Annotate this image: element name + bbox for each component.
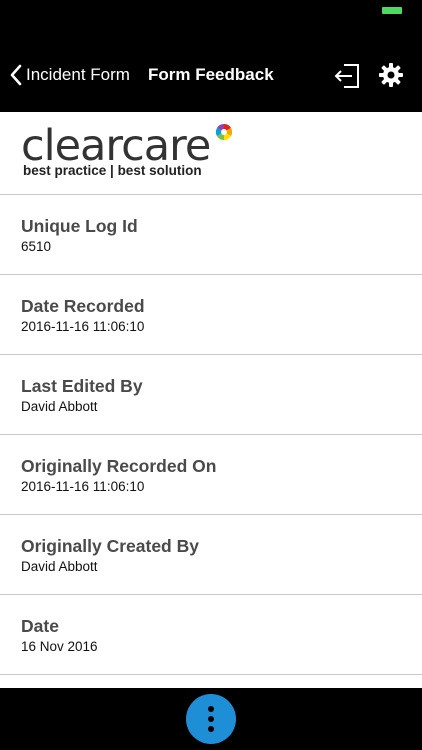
field-list: Unique Log Id 6510 Date Recorded 2016-11… — [0, 195, 422, 675]
field-label: Date — [21, 616, 59, 636]
field-label: Last Edited By — [21, 376, 143, 396]
more-vertical-icon — [208, 726, 214, 732]
field-value: 2016-11-16 11:06:10 — [21, 479, 145, 494]
field-value: David Abbott — [21, 399, 98, 414]
list-item: Originally Created By David Abbott — [0, 515, 422, 595]
field-value: 6510 — [21, 239, 52, 254]
list-item: Last Edited By David Abbott — [0, 355, 422, 435]
field-value: 16 Nov 2016 — [21, 639, 98, 654]
list-item: Originally Recorded On 2016-11-16 11:06:… — [0, 435, 422, 515]
more-actions-button[interactable] — [186, 694, 236, 744]
logout-button[interactable] — [334, 62, 362, 90]
back-label: Incident Form — [26, 65, 130, 84]
field-label: Unique Log Id — [21, 216, 138, 236]
field-label: Originally Created By — [21, 536, 199, 556]
status-bar — [0, 0, 422, 26]
page-title: Form Feedback — [148, 65, 274, 84]
field-value: 2016-11-16 11:06:10 — [21, 319, 145, 334]
list-item: Date 16 Nov 2016 — [0, 595, 422, 675]
field-label: Originally Recorded On — [21, 456, 217, 476]
settings-button[interactable] — [378, 62, 404, 88]
color-wheel-icon — [216, 124, 232, 140]
more-vertical-icon — [208, 706, 214, 712]
list-item: Date Recorded 2016-11-16 11:06:10 — [0, 275, 422, 355]
gear-icon — [379, 63, 403, 87]
back-button[interactable]: Incident Form — [10, 64, 130, 86]
battery-icon — [382, 7, 402, 14]
logo-tagline: best practice | best solution — [23, 163, 202, 178]
field-value: David Abbott — [21, 559, 98, 574]
field-label: Date Recorded — [21, 296, 145, 316]
more-vertical-icon — [208, 716, 214, 722]
chevron-left-icon — [10, 64, 22, 86]
logo-banner: clearcare best practice | best solution — [0, 112, 422, 195]
logout-icon — [334, 64, 359, 88]
list-item: Unique Log Id 6510 — [0, 195, 422, 275]
navigation-bar: Incident Form Form Feedback — [0, 26, 422, 112]
